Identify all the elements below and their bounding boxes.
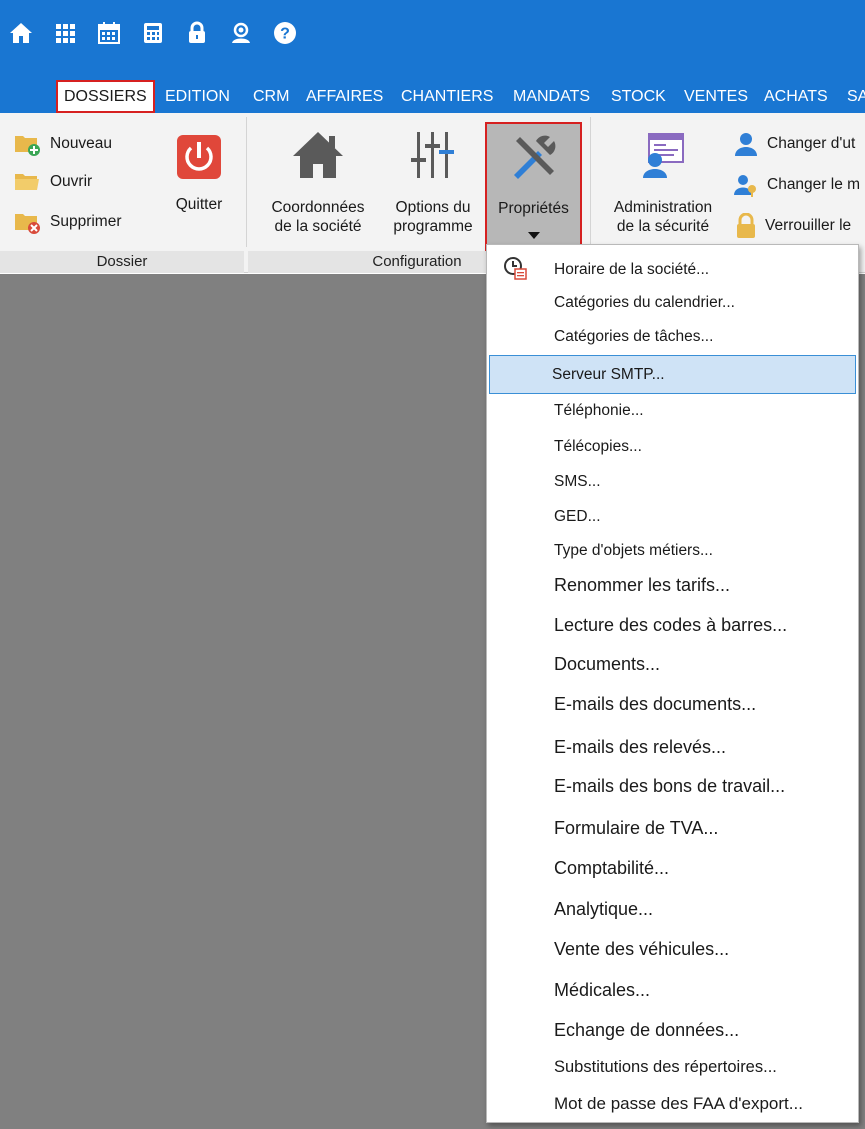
- supprimer-button[interactable]: Supprimer: [14, 207, 122, 237]
- changer-utilisateur-button[interactable]: Changer d'ut: [733, 129, 855, 159]
- menu-item-substitutions-repertoires[interactable]: Substitutions des répertoires...: [489, 1050, 856, 1084]
- menu-item-mot-de-passe-faa[interactable]: Mot de passe des FAA d'export...: [489, 1085, 856, 1123]
- tab-stock[interactable]: STOCK: [611, 80, 666, 113]
- quitter-label: Quitter: [175, 196, 223, 213]
- home-icon[interactable]: [8, 20, 34, 46]
- administration-label-1: Administration: [613, 199, 713, 216]
- group-separator: [590, 117, 591, 247]
- group-separator: [246, 117, 247, 247]
- menu-item-documents[interactable]: Documents...: [489, 645, 856, 683]
- administration-securite-button[interactable]: Administration de la sécurité: [604, 125, 722, 236]
- lock-icon[interactable]: [184, 20, 210, 46]
- support-icon[interactable]: [228, 20, 254, 46]
- tab-ventes[interactable]: VENTES: [684, 80, 748, 113]
- options-label-2: programme: [393, 218, 473, 235]
- proprietes-label: Propriétés: [498, 200, 569, 217]
- calculator-icon[interactable]: [140, 20, 166, 46]
- menu-item-comptabilite[interactable]: Comptabilité...: [489, 849, 856, 887]
- coordonnees-label-1: Coordonnées: [271, 199, 365, 216]
- ouvrir-button[interactable]: Ouvrir: [14, 167, 92, 197]
- folder-add-icon: [14, 131, 40, 157]
- padlock-icon: [733, 213, 759, 239]
- supprimer-label: Supprimer: [50, 213, 122, 230]
- menu-item-serveur-smtp[interactable]: Serveur SMTP...: [489, 355, 856, 394]
- quitter-button[interactable]: Quitter: [164, 133, 234, 214]
- group-dossier-label: Dossier: [0, 251, 244, 273]
- menu-item-telecopies[interactable]: Télécopies...: [489, 432, 856, 462]
- tools-icon: [506, 128, 562, 188]
- tab-chantiers[interactable]: CHANTIERS: [401, 80, 493, 113]
- changer-mot-de-passe-button[interactable]: Changer le m: [733, 170, 860, 200]
- tab-crm[interactable]: CRM: [253, 80, 289, 113]
- svg-text:?: ?: [280, 26, 290, 43]
- menu-item-vente-vehicules[interactable]: Vente des véhicules...: [489, 930, 856, 968]
- tab-affaires[interactable]: AFFAIRES: [306, 80, 383, 113]
- tab-dossiers[interactable]: DOSSIERS: [56, 80, 155, 113]
- options-label-1: Options du: [395, 199, 471, 216]
- menu-item-horaire[interactable]: Horaire de la société...: [489, 255, 856, 285]
- dropdown-arrow-icon: [527, 226, 540, 245]
- coordonnees-label-2: de la société: [274, 218, 362, 235]
- house-icon: [291, 125, 345, 185]
- verrouiller-label: Verrouiller le: [765, 217, 852, 234]
- administration-label-2: de la sécurité: [616, 218, 710, 235]
- menu-bar: DOSSIERS EDITION CRM AFFAIRES CHANTIERS …: [0, 80, 865, 113]
- help-icon[interactable]: ?: [272, 20, 298, 46]
- calendar-icon[interactable]: [96, 20, 122, 46]
- tab-sa[interactable]: SA: [847, 80, 865, 113]
- menu-item-emails-documents[interactable]: E-mails des documents...: [489, 685, 856, 723]
- folder-delete-icon: [14, 209, 40, 235]
- user-key-icon: [733, 172, 759, 198]
- proprietes-button[interactable]: Propriétés: [485, 122, 582, 251]
- changer-utilisateur-label: Changer d'ut: [767, 135, 856, 152]
- sliders-icon: [408, 125, 458, 185]
- menu-item-emails-bons-travail[interactable]: E-mails des bons de travail...: [489, 767, 856, 805]
- folder-open-icon: [14, 169, 40, 195]
- coordonnees-button[interactable]: Coordonnées de la société: [262, 125, 374, 236]
- grid-icon[interactable]: [52, 20, 78, 46]
- menu-item-formulaire-tva[interactable]: Formulaire de TVA...: [489, 809, 856, 847]
- menu-item-emails-releves[interactable]: E-mails des relevés...: [489, 728, 856, 766]
- menu-item-renommer-tarifs[interactable]: Renommer les tarifs...: [489, 568, 856, 602]
- tab-achats[interactable]: ACHATS: [764, 80, 828, 113]
- menu-item-medicales[interactable]: Médicales...: [489, 971, 856, 1009]
- changer-mot-de-passe-label: Changer le m: [767, 176, 861, 193]
- menu-item-codes-barres[interactable]: Lecture des codes à barres...: [489, 607, 856, 643]
- options-button[interactable]: Options du programme: [380, 125, 486, 236]
- menu-item-sms[interactable]: SMS...: [489, 467, 856, 497]
- proprietes-dropdown-menu: Horaire de la société... Catégories du c…: [486, 244, 859, 1123]
- menu-item-echange-donnees[interactable]: Echange de données...: [489, 1011, 856, 1049]
- verrouiller-button[interactable]: Verrouiller le: [733, 211, 851, 241]
- security-admin-icon: [635, 125, 691, 185]
- nouveau-label: Nouveau: [50, 135, 113, 152]
- tab-edition[interactable]: EDITION: [165, 80, 230, 113]
- menu-item-telephonie[interactable]: Téléphonie...: [489, 396, 856, 426]
- tab-mandats[interactable]: MANDATS: [513, 80, 590, 113]
- menu-item-type-objets-metiers[interactable]: Type d'objets métiers...: [489, 536, 856, 566]
- nouveau-button[interactable]: Nouveau: [14, 129, 112, 159]
- user-icon: [733, 131, 759, 157]
- menu-item-analytique[interactable]: Analytique...: [489, 890, 856, 928]
- power-icon: [176, 133, 222, 181]
- ouvrir-label: Ouvrir: [50, 173, 93, 190]
- menu-item-ged[interactable]: GED...: [489, 502, 856, 532]
- menu-item-categories-taches[interactable]: Catégories de tâches...: [489, 322, 856, 352]
- menu-item-categories-calendrier[interactable]: Catégories du calendrier...: [489, 288, 856, 318]
